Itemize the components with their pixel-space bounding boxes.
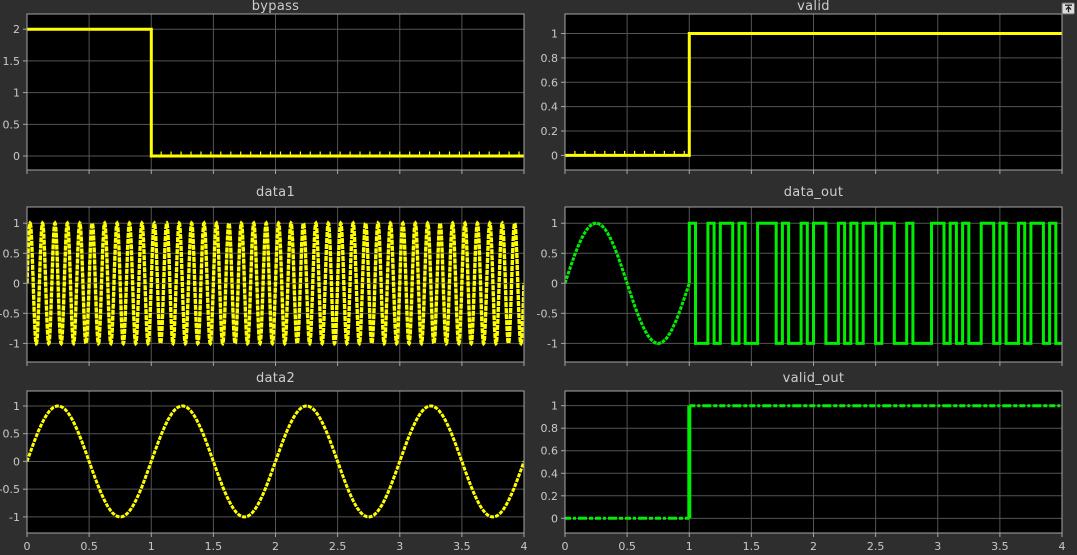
ytick-label: 1: [13, 217, 20, 230]
xtick-label: 3.5: [453, 540, 471, 553]
xtick-label: 2: [272, 540, 279, 553]
chip-square-wave: [687, 221, 1062, 345]
plot-title-valid: valid: [797, 0, 830, 14]
xtick-label: 0.5: [80, 540, 98, 553]
xtick-label: 2.5: [329, 540, 347, 553]
ytick-label: 0.4: [541, 467, 559, 480]
plot-title-data2: data2: [255, 371, 296, 386]
undock-icon[interactable]: [1061, 0, 1076, 15]
xtick-label: 3.5: [991, 540, 1009, 553]
sine-line: [27, 220, 524, 347]
xtick-label: 0: [24, 540, 31, 553]
ytick-label: 0.2: [541, 490, 559, 503]
series-data1: [27, 220, 524, 347]
ytick-label: -0.5: [0, 307, 20, 320]
ytick-label: 1: [551, 217, 558, 230]
subplot-valid_out: 0 0.2 0.4 0.6 0.8 1 0 0.5 1 1.5 2 2.5 3 3.5 4: [541, 390, 1066, 553]
scope-figure: 0 0.5 1 1.5 2 0 0.2 0.4 0.6 0.8 1 -1 -0.5 0 0.5 1 -1 -0.5…: [0, 0, 1077, 555]
ytick-label: 1: [551, 28, 558, 41]
ytick-label: 0.5: [3, 428, 21, 441]
undock-icon-glyph: [1061, 2, 1075, 15]
plots-canvas[interactable]: 0 0.5 1 1.5 2 0 0.2 0.4 0.6 0.8 1 -1 -0.5 0 0.5 1 -1 -0.5…: [0, 0, 1077, 555]
plot-title-valid-out: valid_out: [782, 371, 845, 386]
ytick-label: 0.8: [541, 422, 559, 435]
ytick-label: 0.5: [541, 247, 559, 260]
ytick-label: 0.4: [541, 101, 559, 114]
xtick-label: 0.5: [618, 540, 636, 553]
ytick-label: 0: [551, 277, 558, 290]
xtick-label: 1.5: [743, 540, 761, 553]
ytick-label: 0: [13, 150, 20, 163]
ytick-label: -0.5: [0, 483, 20, 496]
ytick-label: 0.6: [541, 76, 559, 89]
xtick-label: 2: [810, 540, 817, 553]
ytick-label: -1: [9, 337, 20, 350]
ytick-label: 0.8: [541, 52, 559, 65]
ytick-label: 1: [551, 400, 558, 413]
plot-title-data1: data1: [255, 185, 296, 200]
subplot-data_out: -1 -0.5 0 0.5 1: [537, 206, 1063, 366]
xtick-label: 4: [521, 540, 528, 553]
ytick-label: -0.5: [537, 307, 558, 320]
xtick-label: 3: [396, 540, 403, 553]
ytick-label: 0.6: [541, 445, 559, 458]
xtick-label: 1: [148, 540, 155, 553]
subplot-data1: -1 -0.5 0 0.5 1: [0, 206, 525, 366]
ytick-label: 1: [13, 400, 20, 413]
plot-title-data-out: data_out: [783, 185, 844, 200]
ytick-label: 0: [13, 277, 20, 290]
plot-title-bypass: bypass: [251, 0, 300, 14]
ytick-label: 0: [551, 512, 558, 525]
xtick-label: 3: [934, 540, 941, 553]
ytick-label: 0.5: [3, 247, 21, 260]
xtick-label: 2.5: [867, 540, 885, 553]
xtick-label: 1: [686, 540, 693, 553]
subplot-bypass: 0 0.5 1 1.5 2: [3, 13, 525, 174]
ytick-label: -1: [547, 337, 558, 350]
xtick-label: 0: [562, 540, 569, 553]
ytick-label: 1: [13, 87, 20, 100]
subplot-data2: -1 -0.5 0 0.5 1 0 0.5 1 1.5 2 2.5 3 3.5 4: [0, 390, 528, 553]
ytick-label: -1: [9, 511, 20, 524]
xtick-label: 4: [1059, 540, 1066, 553]
ytick-label: 0: [13, 455, 20, 468]
ytick-label: 1.5: [3, 55, 21, 68]
ytick-label: 2: [13, 23, 20, 36]
subplot-valid: 0 0.2 0.4 0.6 0.8 1: [541, 13, 1063, 174]
ytick-label: 0.5: [3, 118, 21, 131]
ytick-label: 0: [551, 149, 558, 162]
xtick-label: 1.5: [205, 540, 223, 553]
ytick-label: 0.2: [541, 125, 559, 138]
